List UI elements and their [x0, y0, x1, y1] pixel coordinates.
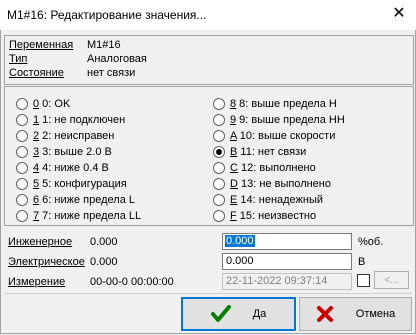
engineering-unit: %об.	[358, 236, 384, 248]
radio-state-6[interactable]: 6 6: ниже предела L	[16, 192, 135, 207]
radio-button[interactable]	[213, 177, 225, 190]
ok-button-label: Да	[252, 308, 267, 320]
variable-label: Переменная	[9, 39, 74, 51]
radio-state-7[interactable]: 7 7: ниже предела LL	[16, 208, 141, 223]
state-radio-group: 0 0: OK 1 1: не подключен 2 2: неисправе…	[4, 86, 414, 226]
measurement-pick-button[interactable]: <...	[374, 271, 409, 289]
radio-state-9[interactable]: 9 9: выше предела HH	[213, 112, 345, 127]
engineering-value: 0.000	[90, 236, 118, 248]
separator	[4, 293, 412, 294]
radio-button[interactable]	[16, 129, 28, 142]
radio-button[interactable]	[213, 193, 225, 206]
cancel-button-label: Отмена	[355, 308, 396, 320]
radio-state-11[interactable]: B 11: нет связи	[213, 144, 306, 159]
radio-button[interactable]	[213, 97, 225, 110]
state-value: нет связи	[87, 67, 136, 79]
ok-button[interactable]: Да	[181, 297, 296, 331]
radio-button[interactable]	[16, 161, 28, 174]
radio-state-14[interactable]: E 14: ненадежный	[213, 192, 323, 207]
type-label: Тип	[9, 53, 28, 65]
measurement-label: Измерение	[8, 276, 66, 288]
electrical-input-text: 0.000	[226, 255, 254, 267]
radio-state-13[interactable]: D 13: не выполнено	[213, 176, 331, 191]
radio-button[interactable]	[213, 145, 225, 158]
electrical-label: Электрическое	[8, 256, 85, 268]
title-bar: M1#16: Редактирование значения... ✕	[0, 0, 416, 30]
measurement-input[interactable]: 22-11-2022 09:37:14	[222, 273, 352, 290]
radio-button[interactable]	[213, 113, 225, 126]
radio-state-4[interactable]: 4 4: ниже 0.4 В	[16, 160, 109, 175]
radio-state-8[interactable]: 8 8: выше предела H	[213, 96, 337, 111]
measurement-checkbox[interactable]	[357, 274, 370, 287]
radio-button[interactable]	[16, 97, 28, 110]
radio-button[interactable]	[16, 145, 28, 158]
close-icon[interactable]: ✕	[391, 6, 407, 22]
cancel-button[interactable]: Отмена	[299, 297, 412, 331]
type-value: Аналоговая	[87, 53, 147, 65]
info-panel: Переменная M1#16 Тип Аналоговая Состояни…	[4, 35, 414, 85]
radio-button[interactable]	[16, 193, 28, 206]
radio-state-12[interactable]: C 12: выполнено	[213, 160, 316, 175]
radio-button[interactable]	[213, 209, 225, 222]
engineering-label: Инженерное	[8, 236, 73, 248]
radio-state-0[interactable]: 0 0: OK	[16, 96, 70, 111]
radio-state-10[interactable]: A 10: выше скорости	[213, 128, 335, 143]
radio-state-2[interactable]: 2 2: неисправен	[16, 128, 114, 143]
engineering-input-text: 0.000	[225, 235, 255, 247]
measurement-value: 00-00-0 00:00:00	[90, 276, 174, 288]
engineering-input[interactable]: 0.000	[222, 233, 352, 250]
cross-icon	[316, 306, 333, 322]
variable-value: M1#16	[87, 39, 121, 51]
radio-state-1[interactable]: 1 1: не подключен	[16, 112, 125, 127]
electrical-input[interactable]: 0.000	[222, 253, 352, 270]
state-label: Состояние	[9, 67, 64, 79]
measurement-input-text: 22-11-2022 09:37:14	[226, 275, 328, 287]
window-title: M1#16: Редактирование значения...	[7, 8, 207, 22]
radio-button[interactable]	[16, 113, 28, 126]
radio-state-15[interactable]: F 15: неизвестно	[213, 208, 316, 223]
electrical-unit: В	[358, 256, 366, 268]
electrical-value: 0.000	[90, 256, 118, 268]
radio-state-3[interactable]: 3 3: выше 2.0 В	[16, 144, 112, 159]
radio-button[interactable]	[16, 209, 28, 222]
radio-button[interactable]	[213, 129, 225, 142]
radio-button[interactable]	[213, 161, 225, 174]
radio-state-5[interactable]: 5 5: конфигурация	[16, 176, 127, 191]
radio-button[interactable]	[16, 177, 28, 190]
check-icon	[210, 305, 231, 322]
